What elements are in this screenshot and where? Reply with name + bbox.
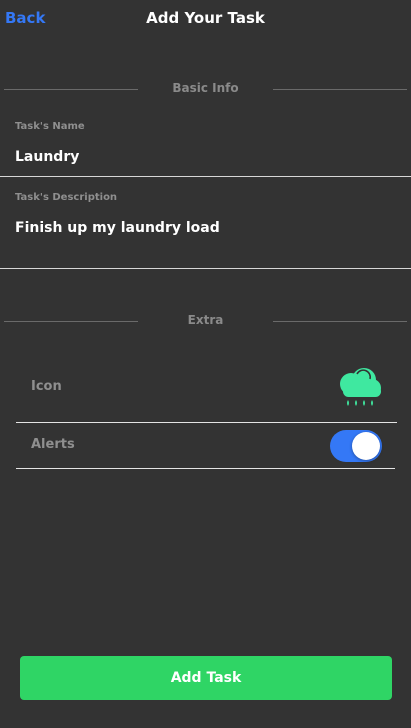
task-description-input[interactable]: [15, 218, 405, 238]
task-description-label: Task's Description: [15, 192, 118, 203]
section-label-basic-info: Basic Info: [172, 81, 239, 95]
section-divider-right: [273, 321, 407, 322]
icon-row-label: Icon: [31, 379, 62, 394]
section-label-extra: Extra: [187, 313, 224, 327]
alerts-row-label: Alerts: [31, 437, 75, 452]
alerts-toggle[interactable]: [330, 430, 382, 462]
task-name-input[interactable]: [15, 147, 405, 167]
icon-row-divider: [16, 422, 397, 423]
task-name-underline: [0, 176, 411, 177]
alerts-row-divider: [16, 468, 395, 469]
task-name-label: Task's Name: [15, 121, 85, 132]
section-divider-right: [273, 89, 407, 90]
cloud-rain-icon[interactable]: [337, 366, 383, 410]
add-task-button[interactable]: Add Task: [20, 656, 392, 700]
toggle-knob: [352, 432, 380, 460]
task-description-underline: [0, 268, 411, 269]
page-title: Add Your Task: [146, 9, 265, 27]
